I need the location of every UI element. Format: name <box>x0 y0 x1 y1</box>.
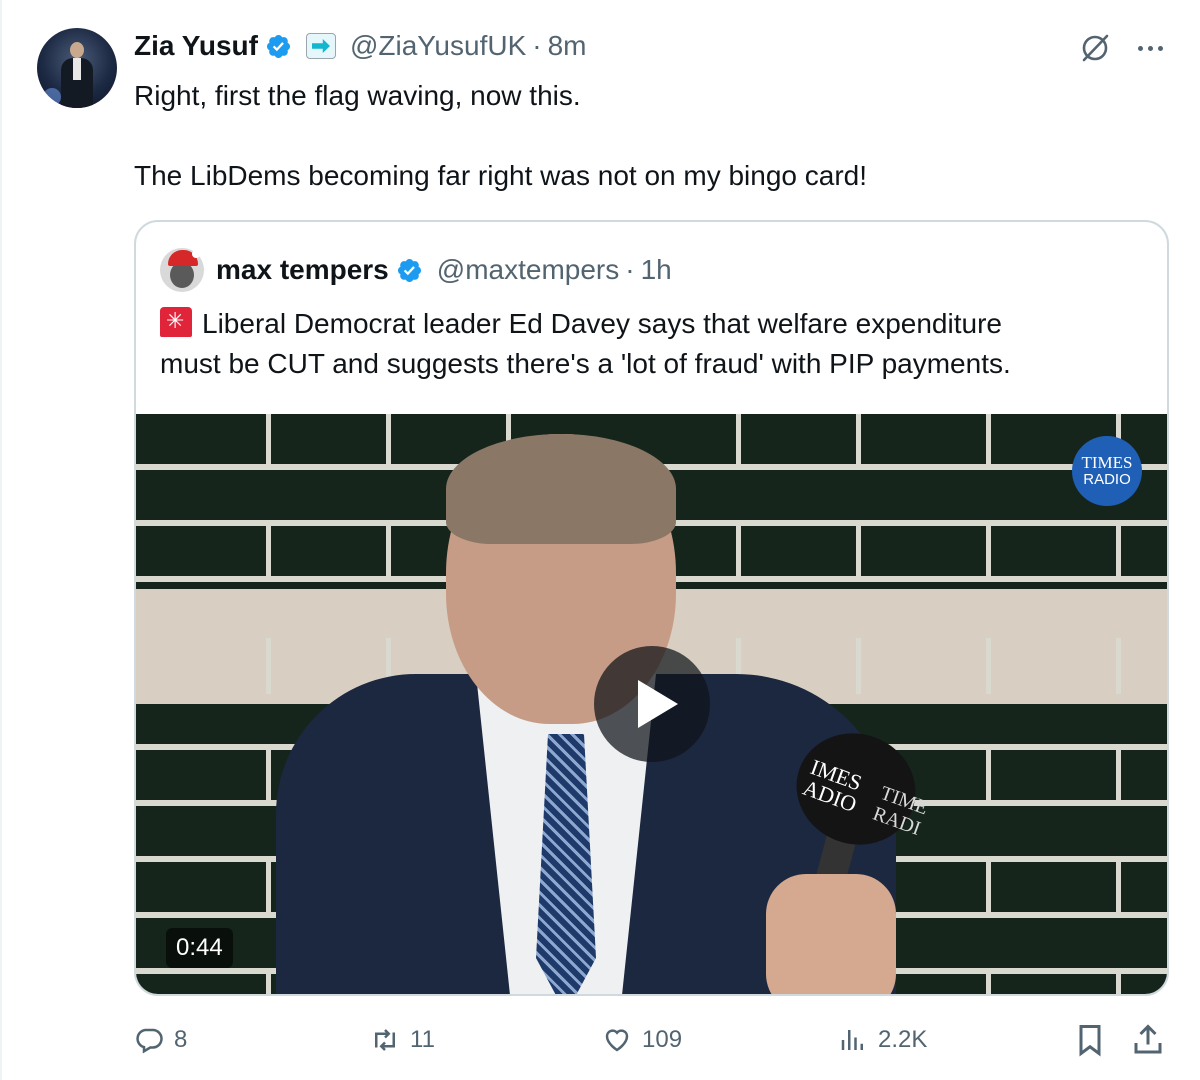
bookmark-icon[interactable] <box>1072 1022 1108 1058</box>
reply-button[interactable]: 8 <box>134 1022 187 1058</box>
author-avatar[interactable] <box>37 28 117 108</box>
subject-hair <box>446 434 676 544</box>
quoted-tweet-text: Liberal Democrat leader Ed Davey says th… <box>160 304 1150 384</box>
tweet-text: Right, first the flag waving, now this. … <box>134 76 1164 196</box>
reply-icon <box>136 1028 163 1054</box>
tweet-text-line: The LibDems becoming far right was not o… <box>134 160 868 191</box>
quoted-header-separator: · <box>625 254 635 285</box>
quoted-tweet-time[interactable]: 1h <box>641 254 672 286</box>
repost-count: 11 <box>410 1026 435 1053</box>
video-player[interactable]: IMES ADIO TIME RADI TIMES RADIO 0:44 <box>136 414 1167 994</box>
grok-icon[interactable] <box>1077 30 1113 66</box>
tweet-time[interactable]: 8m <box>548 30 587 62</box>
quoted-author-name[interactable]: max tempers <box>216 254 389 286</box>
tile-grout <box>266 414 271 994</box>
views-icon <box>841 1030 863 1050</box>
siren-icon <box>160 307 192 337</box>
verified-badge-icon[interactable] <box>265 33 292 60</box>
affiliate-badge-icon[interactable] <box>305 33 336 59</box>
share-icon[interactable] <box>1130 1022 1166 1058</box>
like-icon <box>605 1029 629 1052</box>
avatar-figure-shirt <box>73 58 81 80</box>
like-count: 109 <box>642 1026 683 1053</box>
avatar-figure-head <box>70 42 84 58</box>
action-bar: 8 11 109 2.2K <box>134 1016 1169 1064</box>
tweet-header: Zia Yusuf @ZiaYusufUK · 8m <box>134 28 586 64</box>
reply-count: 8 <box>174 1026 188 1053</box>
video-subject: IMES ADIO TIME RADI <box>276 434 932 994</box>
views-button[interactable]: 2.2K <box>838 1022 927 1058</box>
verified-badge-icon[interactable] <box>396 257 423 284</box>
tweet[interactable]: Zia Yusuf @ZiaYusufUK · 8m Right, first … <box>0 0 1200 1080</box>
quoted-text-line: must be CUT and suggests there's a 'lot … <box>160 348 1011 379</box>
tile-grout <box>986 414 991 994</box>
tweet-text-line: Right, first the flag waving, now this. <box>134 80 581 111</box>
repost-icon <box>375 1029 395 1051</box>
times-radio-logo: TIMES RADIO <box>1072 436 1142 506</box>
header-separator: · <box>532 30 542 61</box>
quoted-tweet-header: max tempers @maxtempers · 1h <box>216 252 672 288</box>
quoted-text-line: Liberal Democrat leader Ed Davey says th… <box>202 308 1002 339</box>
like-button[interactable]: 109 <box>602 1022 682 1058</box>
more-icon[interactable] <box>1132 34 1168 62</box>
avatar-light <box>43 88 61 106</box>
quoted-author-handle[interactable]: @maxtempers <box>437 254 619 286</box>
author-handle[interactable]: @ZiaYusufUK <box>350 30 526 62</box>
quoted-tweet[interactable]: max tempers @maxtempers · 1h Liberal Dem… <box>134 220 1169 996</box>
view-count: 2.2K <box>878 1026 928 1053</box>
author-name[interactable]: Zia Yusuf <box>134 30 258 62</box>
subject-hand <box>766 874 896 994</box>
repost-button[interactable]: 11 <box>370 1022 435 1058</box>
play-icon[interactable] <box>594 646 710 762</box>
video-duration: 0:44 <box>166 928 233 968</box>
quoted-author-avatar[interactable] <box>160 248 204 292</box>
